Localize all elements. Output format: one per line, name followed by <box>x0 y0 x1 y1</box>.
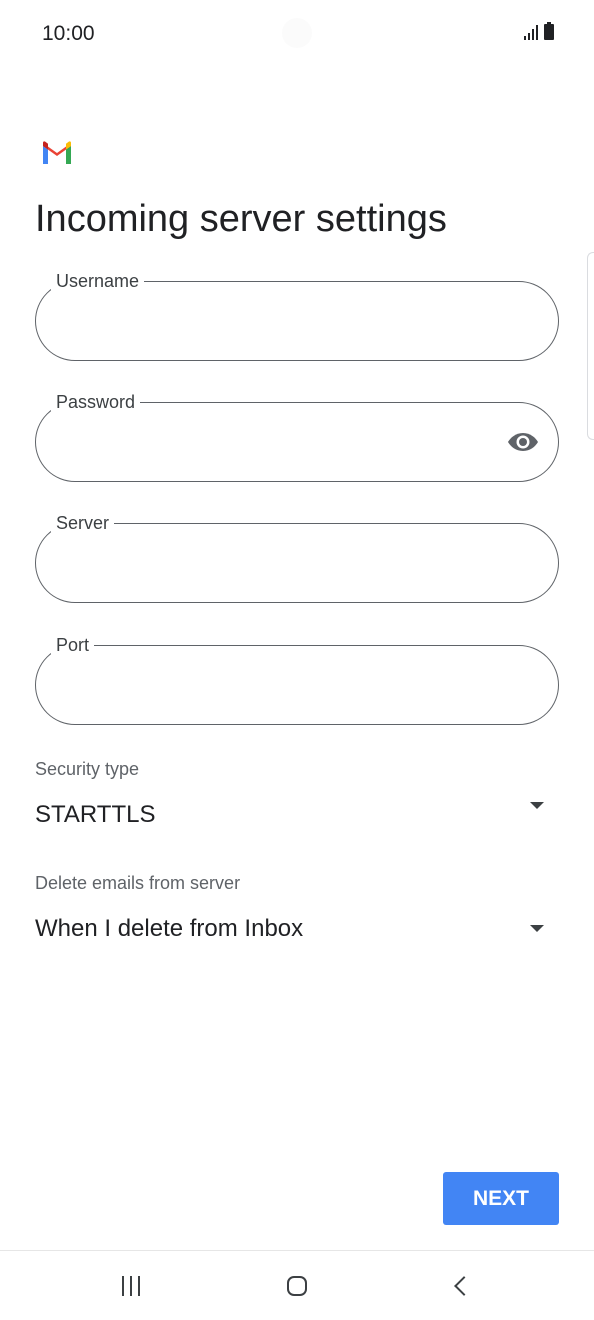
scroll-indicator[interactable] <box>587 252 594 440</box>
delete-emails-value[interactable]: When I delete from Inbox <box>35 915 303 943</box>
page-title: Incoming server settings <box>35 198 447 240</box>
signal-icon <box>524 24 538 40</box>
password-field[interactable]: Password <box>35 391 559 482</box>
password-input[interactable] <box>59 424 503 462</box>
recents-icon <box>122 1276 140 1296</box>
delete-emails-select[interactable]: Delete emails from server When I delete … <box>35 873 559 943</box>
chevron-down-icon[interactable] <box>530 925 544 932</box>
password-label: Password <box>51 391 141 413</box>
camera-cutout <box>282 18 312 48</box>
security-type-select[interactable]: Security type STARTTLS <box>35 759 559 829</box>
back-icon <box>454 1276 474 1296</box>
eye-icon[interactable] <box>507 430 539 454</box>
home-icon <box>287 1276 307 1296</box>
server-input[interactable] <box>59 545 503 583</box>
username-field[interactable]: Username <box>35 270 559 361</box>
security-type-caption: Security type <box>35 759 140 779</box>
security-type-value[interactable]: STARTTLS <box>35 801 155 829</box>
status-icons <box>524 22 554 40</box>
chevron-down-icon[interactable] <box>530 802 544 809</box>
status-bar: 10:00 <box>0 0 594 70</box>
server-label: Server <box>51 512 115 534</box>
recents-button[interactable] <box>109 1271 153 1301</box>
port-input[interactable] <box>59 667 503 705</box>
username-label: Username <box>51 270 145 292</box>
back-button[interactable] <box>439 1271 483 1301</box>
server-field[interactable]: Server <box>35 512 559 603</box>
username-input[interactable] <box>59 303 503 341</box>
battery-icon <box>544 22 554 40</box>
home-button[interactable] <box>275 1271 319 1301</box>
delete-emails-caption: Delete emails from server <box>35 873 241 893</box>
port-field[interactable]: Port <box>35 634 559 725</box>
status-time: 10:00 <box>42 22 95 45</box>
navigation-bar <box>0 1251 594 1320</box>
port-label: Port <box>51 634 95 656</box>
next-button[interactable]: NEXT <box>443 1172 559 1225</box>
gmail-logo <box>43 141 71 164</box>
